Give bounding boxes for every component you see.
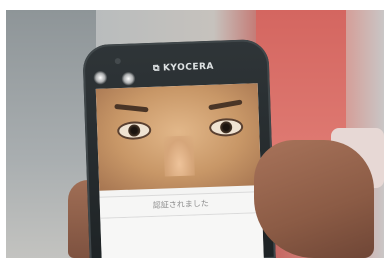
nose [163,135,195,177]
kyocera-logo-icon: ⧉ [152,63,161,74]
photo: ⧉ KYOCERA 認証されました [6,10,384,258]
light-glare [121,71,136,86]
front-sensor [114,57,121,65]
iris [219,121,233,134]
brand-text: KYOCERA [162,61,215,74]
eyebrow-left [114,103,149,113]
auth-status-text: 認証されました [152,198,209,210]
phone-brand: ⧉ KYOCERA [153,62,214,74]
face-scan-image [95,83,262,191]
right-hand [254,140,374,258]
light-glare [93,70,108,85]
eye-left [116,120,152,141]
screen-lower-area [100,213,264,258]
eyebrow-right [208,99,243,111]
iris [128,124,141,137]
smartphone: ⧉ KYOCERA 認証されました [82,38,276,258]
phone-screen: 認証されました [95,83,264,258]
eye-right [208,117,244,137]
